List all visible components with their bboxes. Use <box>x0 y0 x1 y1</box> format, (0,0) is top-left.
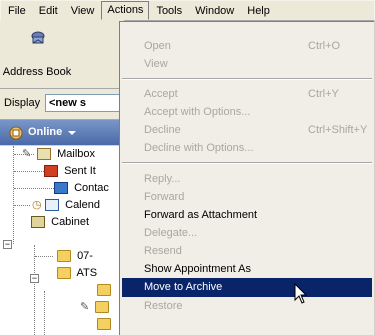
tree-item-ats[interactable]: ATS <box>57 265 97 282</box>
menu-item-label: Restore <box>144 300 183 312</box>
tree-item-sent-items[interactable]: Sent It <box>44 163 96 180</box>
display-label: Display <box>4 97 41 109</box>
tree-line <box>44 291 45 335</box>
online-icon <box>8 125 24 144</box>
menu-help[interactable]: Help <box>241 2 276 19</box>
menu-item-label: Decline <box>144 124 181 136</box>
menu-item-forward[interactable]: Forward <box>122 188 372 207</box>
online-mode-label: Online <box>28 126 63 138</box>
tree-line <box>35 256 53 257</box>
tree-line <box>14 205 30 206</box>
menu-item-label: Delegate... <box>144 227 198 239</box>
menu-item-label: Forward <box>144 191 185 203</box>
menu-item-reply[interactable]: Reply... <box>122 170 372 189</box>
chevron-down-icon <box>68 131 76 135</box>
menu-item-label: Decline with Options... <box>144 142 254 154</box>
tree-item-mailbox[interactable]: ✎ Mailbox <box>22 146 95 163</box>
menu-actions[interactable]: Actions <box>101 1 150 20</box>
menu-item-decline-with-options[interactable]: Decline with Options... <box>122 139 372 158</box>
folder-tree: ✎ Mailbox Sent It Contac ◷ Calend − Cabi… <box>0 146 124 335</box>
display-row: Display <new s <box>0 89 135 120</box>
tree-item-label: Calend <box>65 199 100 211</box>
tree-line <box>34 245 35 335</box>
menu-item-label: Accept with Options... <box>144 106 251 118</box>
menu-item-label: Reply... <box>144 173 181 185</box>
menu-separator <box>122 78 372 80</box>
address-book-button[interactable]: Address Book <box>2 24 72 82</box>
menu-view[interactable]: View <box>65 2 101 19</box>
menu-window[interactable]: Window <box>189 2 240 19</box>
menu-tools[interactable]: Tools <box>150 2 188 19</box>
menu-item-delegate[interactable]: Delegate... <box>122 224 372 243</box>
menu-item-accept-with-options[interactable]: Accept with Options... <box>122 103 372 122</box>
folder-icon <box>97 284 111 297</box>
menu-item-label: Show Appointment As <box>144 263 252 275</box>
tree-item-contacts[interactable]: Contac <box>54 180 109 197</box>
menu-item-label: Move to Archive <box>144 281 223 293</box>
shortcut-label: Ctrl+Shift+Y <box>308 124 368 136</box>
sent-items-icon <box>44 165 58 178</box>
menu-item-label: Forward as Attachment <box>144 209 258 221</box>
menu-file[interactable]: File <box>2 2 32 19</box>
online-mode-bar[interactable]: Online <box>0 120 124 145</box>
menu-item-label: Accept <box>144 88 178 100</box>
collapse-icon[interactable]: − <box>30 274 39 283</box>
tree-item-folder[interactable] <box>97 316 114 333</box>
cursor-icon <box>294 283 308 304</box>
mailbox-icon <box>37 148 52 161</box>
address-book-icon <box>30 30 46 49</box>
toolbar: Address Book <box>0 20 124 89</box>
tree-item-label: ATS <box>76 267 98 279</box>
menu-item-label: Open <box>144 40 171 52</box>
contacts-icon <box>54 182 68 195</box>
menu-item-open[interactable]: Open Ctrl+O <box>122 37 372 56</box>
tree-item-label: Sent It <box>64 165 96 177</box>
menu-item-view[interactable]: View <box>122 55 372 74</box>
tree-line <box>14 171 44 172</box>
tree-item-label: Contac <box>74 182 109 194</box>
menu-bar: File Edit View Actions Tools Window Help <box>0 0 375 21</box>
folder-icon <box>95 301 110 314</box>
tree-item-label: Mailbox <box>57 148 96 160</box>
tree-item-folder[interactable] <box>97 282 114 299</box>
menu-item-accept[interactable]: Accept Ctrl+Y <box>122 85 372 104</box>
address-book-label: Address Book <box>2 66 72 78</box>
clock-icon: ◷ <box>32 199 42 211</box>
tree-item-folder[interactable]: ✎ <box>80 299 112 316</box>
tree-item-label: 07- <box>77 250 93 262</box>
tree-item-07[interactable]: 07- <box>57 248 93 265</box>
folder-icon <box>57 250 71 263</box>
menu-edit[interactable]: Edit <box>33 2 64 19</box>
shortcut-label: Ctrl+O <box>308 40 341 52</box>
calendar-icon <box>45 199 60 212</box>
tree-line <box>14 188 54 189</box>
menu-item-show-appointment-as[interactable]: Show Appointment As <box>122 260 372 279</box>
tree-item-label: Cabinet <box>51 216 90 228</box>
pencil-icon: ✎ <box>22 148 32 160</box>
menu-item-label: View <box>144 58 168 70</box>
menu-item-resend[interactable]: Resend <box>122 242 372 261</box>
menu-item-restore[interactable]: Restore <box>122 297 372 316</box>
shortcut-label: Ctrl+Y <box>308 88 339 100</box>
menu-separator <box>122 162 372 164</box>
menu-item-forward-as-attachment[interactable]: Forward as Attachment <box>122 206 372 225</box>
tree-item-cabinet[interactable]: Cabinet <box>18 214 89 231</box>
folder-icon <box>57 267 71 280</box>
folder-icon <box>97 318 111 331</box>
tree-line <box>13 146 14 244</box>
menu-item-move-to-archive[interactable]: Move to Archive <box>122 278 372 297</box>
menu-item-label: Resend <box>144 245 182 257</box>
actions-menu: Open Ctrl+O View Accept Ctrl+Y Accept wi… <box>119 21 374 335</box>
menu-item-decline[interactable]: Decline Ctrl+Shift+Y <box>122 121 372 140</box>
collapse-icon[interactable]: − <box>3 240 12 249</box>
pencil-icon: ✎ <box>80 301 90 313</box>
tree-item-calendar[interactable]: ◷ Calend <box>32 197 100 214</box>
cabinet-icon <box>31 216 46 229</box>
